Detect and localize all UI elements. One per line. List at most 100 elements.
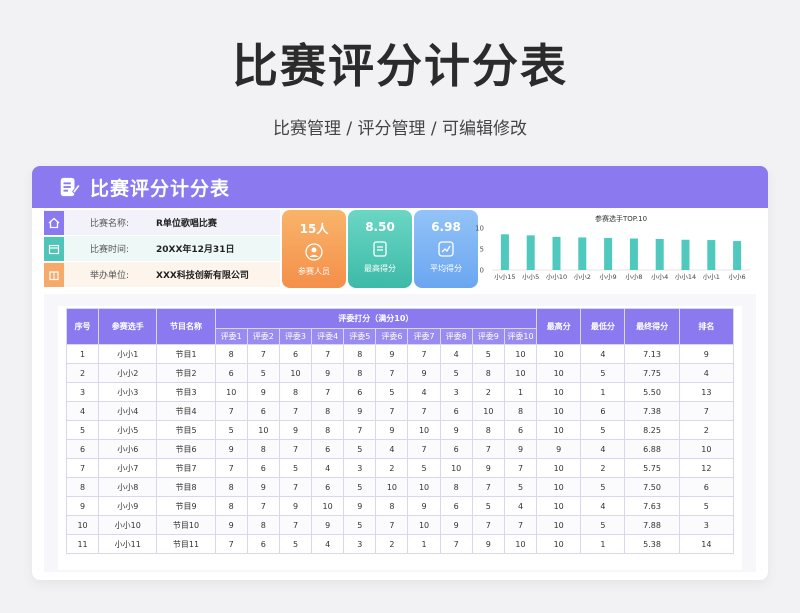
cell-judge[interactable]: 5: [375, 382, 409, 402]
cell-rank[interactable]: 5: [678, 496, 735, 516]
cell-index[interactable]: 2: [65, 363, 100, 383]
cell-judge[interactable]: 9: [311, 515, 345, 535]
cell-judge[interactable]: 7: [471, 439, 505, 459]
cell-min[interactable]: 6: [580, 401, 626, 421]
cell-judge[interactable]: 9: [503, 439, 538, 459]
cell-judge[interactable]: 9: [214, 515, 248, 535]
cell-min[interactable]: 1: [580, 534, 626, 554]
cell-contestant[interactable]: 小小1: [98, 344, 158, 364]
cell-judge[interactable]: 8: [375, 496, 409, 516]
cell-judge[interactable]: 7: [278, 401, 313, 421]
cell-judge[interactable]: 5: [471, 344, 505, 364]
cell-judge[interactable]: 9: [375, 344, 409, 364]
cell-judge[interactable]: 9: [439, 420, 473, 440]
cell-program[interactable]: 节目8: [156, 477, 216, 497]
cell-judge[interactable]: 7: [503, 515, 538, 535]
cell-rank[interactable]: 7: [678, 401, 735, 421]
cell-rank[interactable]: 13: [678, 382, 735, 402]
cell-final[interactable]: 7.75: [624, 363, 680, 383]
cell-judge[interactable]: 6: [311, 477, 345, 497]
cell-judge[interactable]: 5: [343, 439, 377, 459]
cell-judge[interactable]: 6: [311, 439, 345, 459]
cell-contestant[interactable]: 小小8: [98, 477, 158, 497]
cell-rank[interactable]: 2: [678, 420, 735, 440]
cell-final[interactable]: 5.50: [624, 382, 680, 402]
cell-judge[interactable]: 4: [439, 344, 473, 364]
cell-max[interactable]: 10: [536, 382, 582, 402]
cell-judge[interactable]: 2: [471, 382, 505, 402]
cell-rank[interactable]: 4: [678, 363, 735, 383]
cell-contestant[interactable]: 小小6: [98, 439, 158, 459]
table-row[interactable]: 8 小小8 节目8 8 9 7 6 5 10 10 8 7 5 10 5 7.50 6: [65, 477, 735, 497]
table-row[interactable]: 11 小小11 节目11 7 6 5 4 3 2 1 7 9 10 10 1 5.38 14: [65, 534, 735, 554]
cell-judge[interactable]: 8: [471, 420, 505, 440]
cell-judge[interactable]: 9: [471, 534, 505, 554]
cell-judge[interactable]: 7: [343, 420, 377, 440]
table-row[interactable]: 4 小小4 节目4 7 6 7 8 9 7 7 6 10 8 10 6 7.38 7: [65, 401, 735, 421]
cell-judge[interactable]: 8: [278, 382, 313, 402]
cell-judge[interactable]: 10: [471, 401, 505, 421]
cell-judge[interactable]: 1: [407, 534, 441, 554]
cell-contestant[interactable]: 小小5: [98, 420, 158, 440]
cell-max[interactable]: 10: [536, 496, 582, 516]
cell-judge[interactable]: 4: [407, 382, 441, 402]
cell-judge[interactable]: 9: [343, 496, 377, 516]
cell-judge[interactable]: 8: [214, 477, 248, 497]
table-row[interactable]: 7 小小7 节目7 7 6 5 4 3 2 5 10 9 7 10 2 5.75 12: [65, 458, 735, 478]
cell-judge[interactable]: 6: [439, 439, 473, 459]
cell-final[interactable]: 6.88: [624, 439, 680, 459]
cell-index[interactable]: 11: [65, 534, 100, 554]
cell-contestant[interactable]: 小小2: [98, 363, 158, 383]
cell-contestant[interactable]: 小小11: [98, 534, 158, 554]
cell-judge[interactable]: 7: [407, 344, 441, 364]
cell-judge[interactable]: 5: [278, 458, 313, 478]
cell-judge[interactable]: 9: [375, 420, 409, 440]
cell-judge[interactable]: 9: [439, 515, 473, 535]
cell-judge[interactable]: 6: [214, 363, 248, 383]
cell-judge[interactable]: 7: [471, 515, 505, 535]
cell-judge[interactable]: 7: [407, 401, 441, 421]
cell-judge[interactable]: 10: [375, 477, 409, 497]
cell-judge[interactable]: 2: [375, 458, 409, 478]
cell-judge[interactable]: 7: [278, 477, 313, 497]
cell-final[interactable]: 7.63: [624, 496, 680, 516]
table-row[interactable]: 3 小小3 节目3 10 9 8 7 6 5 4 3 2 1 10 1 5.50 13: [65, 382, 735, 402]
cell-judge[interactable]: 9: [311, 363, 345, 383]
table-row[interactable]: 1 小小1 节目1 8 7 6 7 8 9 7 4 5 10 10 4 7.13 9: [65, 344, 735, 364]
cell-min[interactable]: 4: [580, 344, 626, 364]
cell-judge[interactable]: 4: [311, 534, 345, 554]
cell-judge[interactable]: 10: [214, 382, 248, 402]
cell-judge[interactable]: 6: [278, 344, 313, 364]
cell-final[interactable]: 7.13: [624, 344, 680, 364]
cell-min[interactable]: 5: [580, 477, 626, 497]
table-row[interactable]: 10 小小10 节目10 9 8 7 9 5 7 10 9 7 7 10 5 7.88 3: [65, 515, 735, 535]
cell-judge[interactable]: 9: [246, 477, 280, 497]
cell-judge[interactable]: 7: [471, 477, 505, 497]
cell-judge[interactable]: 5: [214, 420, 248, 440]
cell-judge[interactable]: 8: [214, 344, 248, 364]
cell-contestant[interactable]: 小小10: [98, 515, 158, 535]
cell-contestant[interactable]: 小小4: [98, 401, 158, 421]
cell-program[interactable]: 节目1: [156, 344, 216, 364]
cell-judge[interactable]: 9: [407, 363, 441, 383]
cell-judge[interactable]: 10: [407, 420, 441, 440]
cell-program[interactable]: 节目6: [156, 439, 216, 459]
cell-max[interactable]: 10: [536, 458, 582, 478]
cell-judge[interactable]: 8: [503, 401, 538, 421]
cell-judge[interactable]: 5: [407, 458, 441, 478]
cell-index[interactable]: 4: [65, 401, 100, 421]
table-row[interactable]: 5 小小5 节目5 5 10 9 8 7 9 10 9 8 6 10 5 8.25 2: [65, 420, 735, 440]
cell-judge[interactable]: 6: [503, 420, 538, 440]
cell-contestant[interactable]: 小小3: [98, 382, 158, 402]
cell-program[interactable]: 节目11: [156, 534, 216, 554]
cell-judge[interactable]: 7: [407, 439, 441, 459]
cell-judge[interactable]: 5: [503, 477, 538, 497]
cell-judge[interactable]: 5: [278, 534, 313, 554]
cell-judge[interactable]: 5: [246, 363, 280, 383]
table-row[interactable]: 2 小小2 节目2 6 5 10 9 8 7 9 5 8 10 10 5 7.75 4: [65, 363, 735, 383]
cell-judge[interactable]: 3: [343, 534, 377, 554]
cell-judge[interactable]: 6: [439, 496, 473, 516]
cell-final[interactable]: 8.25: [624, 420, 680, 440]
cell-max[interactable]: 10: [536, 401, 582, 421]
cell-judge[interactable]: 6: [246, 458, 280, 478]
